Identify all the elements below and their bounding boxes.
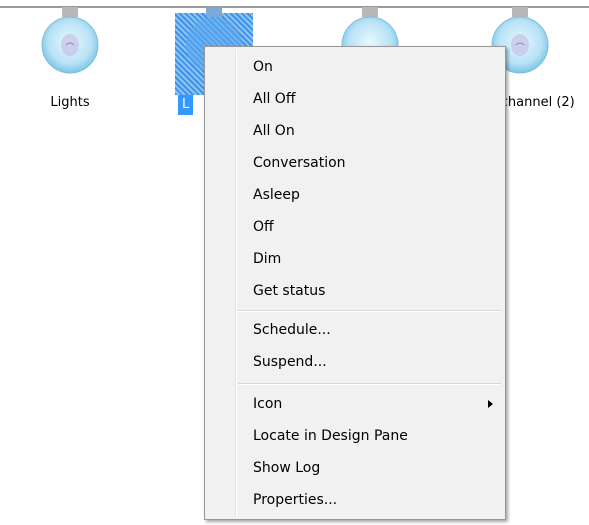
menu-item-dim[interactable]: Dim [207,244,503,274]
menu-item-off[interactable]: Off [207,212,503,242]
menu-item-show-log[interactable]: Show Log [207,453,503,483]
selected-device-label[interactable]: L [178,95,194,115]
submenu-arrow-icon [488,400,493,408]
context-menu: On All Off All On Conversation Asleep Of… [204,46,506,520]
menu-item-suspend[interactable]: Suspend... [207,347,503,377]
device-label: Lights [50,95,90,110]
menu-item-get-status[interactable]: Get status [207,276,503,306]
menu-item-asleep[interactable]: Asleep [207,180,503,210]
menu-item-icon[interactable]: Icon [207,389,503,419]
menu-item-all-off[interactable]: All Off [207,84,503,114]
menu-item-schedule[interactable]: Schedule... [207,315,503,345]
menu-separator [238,310,501,312]
light-bulb-icon [41,7,99,74]
device-lights[interactable]: Lights [15,0,125,110]
design-pane[interactable]: Lights L l channel (2) On All Off All On… [0,0,589,525]
menu-item-locate-in-design-pane[interactable]: Locate in Design Pane [207,421,503,451]
menu-separator [238,383,501,385]
menu-item-properties[interactable]: Properties... [207,485,503,515]
menu-item-conversation[interactable]: Conversation [207,148,503,178]
menu-item-on[interactable]: On [207,52,503,82]
menu-item-all-on[interactable]: All On [207,116,503,146]
